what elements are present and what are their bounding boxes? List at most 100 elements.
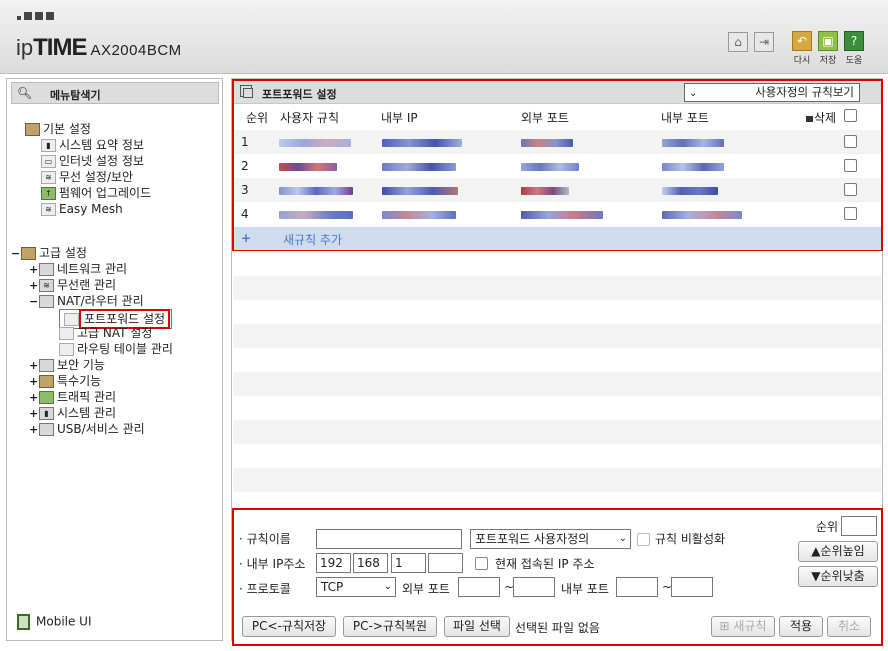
tree-basic-settings[interactable]: 기본 설정 [25,121,91,137]
tree-system-summary[interactable]: ▮ 시스템 요약 정보 [41,137,144,153]
page-icon [59,343,74,356]
tree-easy-mesh[interactable]: ≋ Easy Mesh [41,201,123,217]
move-up-button[interactable]: ▲순위높임 [798,541,878,562]
tree-firmware-upgrade[interactable]: ↑ 펌웨어 업그레이드 [41,185,151,201]
backup-rules-button[interactable]: PC<-규칙저장 [242,616,336,637]
mobile-icon [17,614,30,630]
home-icon[interactable]: ⌂ [728,32,748,52]
cancel-button[interactable]: 취소 [827,616,871,637]
ip-octet-4[interactable] [428,553,463,573]
empty-row [233,324,881,348]
network-icon [39,263,54,276]
external-port-start[interactable] [458,577,500,597]
table-row[interactable]: 4 [234,202,881,226]
wifi-icon: ≋ [39,279,54,292]
lock-icon [39,359,54,372]
disable-rule-label: 규칙 비활성화 [655,532,726,546]
external-port-end[interactable] [513,577,555,597]
col-rule: 사용자 규칙 [280,111,340,125]
new-rule-button[interactable]: ⊞ 새규칙 [711,616,775,637]
undo-button[interactable]: ↶ 다시 [791,31,813,66]
tree-routing-table[interactable]: 라우팅 테이블 관리 [59,341,173,357]
col-internal-port: 내부 포트 [661,111,709,125]
delete-icon [806,115,813,122]
col-no: 순위 [246,111,269,125]
ip-octet-3[interactable]: 1 [391,553,426,573]
sidebar: 🔍︎ 메뉴탐색기 기본 설정 ▮ 시스템 요약 정보 ▭ 인터넷 설정 정보 ≋ 무선… [6,78,223,641]
external-port-label: 외부 포트 [402,582,450,596]
tree-wireless-security[interactable]: ≋ 무선 설정/보안 [41,169,133,185]
restore-rules-button[interactable]: PC->규칙복원 [343,616,437,637]
help-icon: ? [844,31,864,51]
tree-wireless-mgmt[interactable]: + ≋ 무선랜 관리 [29,277,116,293]
tree-nat-router-mgmt[interactable]: − NAT/라우터 관리 [29,293,144,309]
brand-prefix: ip [16,35,34,60]
save-button[interactable]: ▣ 저장 [817,31,839,66]
undo-icon: ↶ [792,31,812,51]
protocol-select[interactable]: TCP ⌄ [316,577,396,597]
row-delete-checkbox[interactable] [844,159,857,172]
rule-type-select[interactable]: 포트포워드 사용자정의 ⌄ [470,529,631,549]
logo-dots [17,12,54,20]
rule-edit-form: · 규칙이름 포트포워드 사용자정의 ⌄ 규칙 비활성화 순위 · 내부 IP주소… [232,508,883,646]
plus-icon: ⊞ [719,619,734,633]
undo-label: 다시 [793,56,811,66]
copy-icon [240,85,253,98]
tree-security[interactable]: + 보안 기능 [29,357,105,373]
tree-system-mgmt[interactable]: + ▮ 시스템 관리 [29,405,116,421]
row-delete-checkbox[interactable] [844,135,857,148]
rule-name-input[interactable] [316,529,462,549]
upgrade-icon: ↑ [41,187,56,200]
tree-advanced-settings[interactable]: − 고급 설정 [11,245,87,261]
monitor-icon: ▭ [41,155,56,168]
tree-network-mgmt[interactable]: + 네트워크 관리 [29,261,127,277]
save-label: 저장 [819,56,837,66]
table-row[interactable]: 2 [234,154,881,178]
row-delete-checkbox[interactable] [844,183,857,196]
menu-finder-label: 메뉴탐색기 [50,89,101,102]
row-delete-checkbox[interactable] [844,207,857,220]
rule-view-select[interactable]: ⌄ 사용자정의 규칙보기 [684,83,860,102]
help-button[interactable]: ? 도움 [843,31,865,66]
ip-octet-1[interactable]: 192 [316,553,351,573]
internal-port-label: 내부 포트 [561,582,609,596]
mobile-ui-link[interactable]: Mobile UI [17,614,92,630]
tree-traffic[interactable]: + 트래픽 관리 [29,389,116,405]
move-down-button[interactable]: ▼순위낮춤 [798,566,878,587]
folder-icon [25,123,40,136]
folder-icon [21,247,36,260]
priority-input[interactable] [841,516,877,536]
empty-row [233,468,881,492]
empty-row [233,348,881,372]
select-all-checkbox[interactable] [844,109,857,122]
internal-port-start[interactable] [616,577,658,597]
disable-rule-checkbox[interactable] [637,533,650,546]
top-header: ipTIME AX2004BCM ⌂ ⇥ ↶ 다시 ▣ 저장 ? 도움 [0,0,888,74]
logout-icon[interactable]: ⇥ [754,32,774,52]
router-icon [39,295,54,308]
add-rule-row[interactable]: + 새규칙 추가 [234,227,881,250]
ip-octet-2[interactable]: 168 [353,553,388,573]
tree-internet-info[interactable]: ▭ 인터넷 설정 정보 [41,153,144,169]
folder-icon [39,375,54,388]
table-row[interactable]: 3 [234,178,881,202]
file-select-button[interactable]: 파일 선택 [444,616,510,637]
model-name: AX2004BCM [90,42,182,59]
wifi-icon: ≋ [41,203,56,216]
col-internal-ip: 내부 IP [381,111,418,125]
tree-usb-service[interactable]: + USB/서비스 관리 [29,421,145,437]
menu-finder[interactable]: 🔍︎ 메뉴탐색기 [11,82,219,104]
protocol-label: · 프로토콜 [239,582,291,596]
chevron-down-icon: ⌄ [383,581,392,592]
col-delete: 삭제 [806,109,836,126]
empty-row [233,444,881,468]
wifi-icon: ≋ [41,171,56,184]
internal-port-end[interactable] [671,577,713,597]
apply-button[interactable]: 적용 [779,616,823,637]
tree-special[interactable]: + 특수기능 [29,373,101,389]
tree-advanced-nat[interactable]: 고급 NAT 설정 [59,325,152,341]
table-row[interactable]: 1 [234,130,881,154]
page-icon [59,327,74,340]
chart-icon: ▮ [39,407,54,420]
current-ip-checkbox[interactable] [475,557,488,570]
